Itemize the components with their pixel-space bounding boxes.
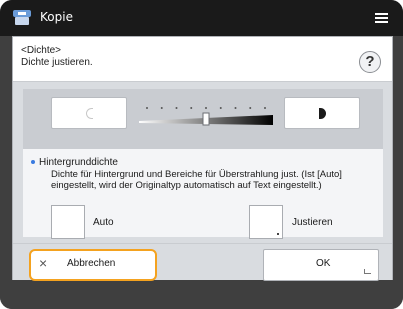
adjust-button[interactable] [249, 205, 283, 239]
ok-button[interactable]: OK [263, 249, 379, 281]
slider-tick [249, 107, 252, 109]
dialog-title: <Dichte> [21, 45, 62, 56]
slider-tick [205, 107, 207, 109]
slider-tick [219, 107, 222, 109]
density-dialog: <Dichte> Dichte justieren. ? Hintergrund… [12, 36, 393, 281]
density-dark-icon [319, 108, 326, 119]
auto-label: Auto [93, 217, 114, 228]
help-button[interactable]: ? [359, 51, 381, 73]
darker-button[interactable] [284, 97, 360, 129]
bottom-strip [0, 282, 403, 309]
info-heading: Hintergrunddichte [39, 157, 118, 168]
slider-handle[interactable] [202, 112, 210, 126]
density-slider[interactable] [135, 99, 277, 131]
dialog-header: <Dichte> Dichte justieren. ? [13, 37, 392, 82]
info-text: Dichte für Hintergrund und Bereiche für … [51, 169, 342, 191]
density-light-icon [86, 108, 93, 119]
lighter-button[interactable] [51, 97, 127, 129]
title-bar: Kopie [0, 0, 403, 36]
slider-tick [160, 107, 163, 109]
slider-tick [234, 107, 237, 109]
auto-button[interactable] [51, 205, 85, 239]
bullet-icon [31, 160, 35, 164]
copier-icon [13, 10, 31, 25]
dialog-footer: × Abbrechen OK [13, 243, 392, 281]
cancel-label: Abbrechen [67, 258, 116, 269]
corner-mark-icon [277, 233, 279, 235]
slider-tick [146, 107, 148, 109]
screen: Kopie <Dichte> Dichte justieren. ? Hinte… [0, 0, 403, 309]
close-icon: × [39, 255, 48, 271]
slider-tick [264, 107, 266, 109]
density-slider-panel [23, 89, 383, 149]
dialog-subtitle: Dichte justieren. [21, 57, 93, 68]
ok-label: OK [316, 258, 331, 269]
slider-tick [190, 107, 193, 109]
adjust-label: Justieren [292, 217, 333, 228]
cancel-button[interactable]: × Abbrechen [29, 249, 157, 281]
menu-icon[interactable] [372, 8, 392, 28]
app-title: Kopie [40, 10, 73, 24]
enter-icon [364, 269, 371, 274]
slider-tick [175, 107, 178, 109]
